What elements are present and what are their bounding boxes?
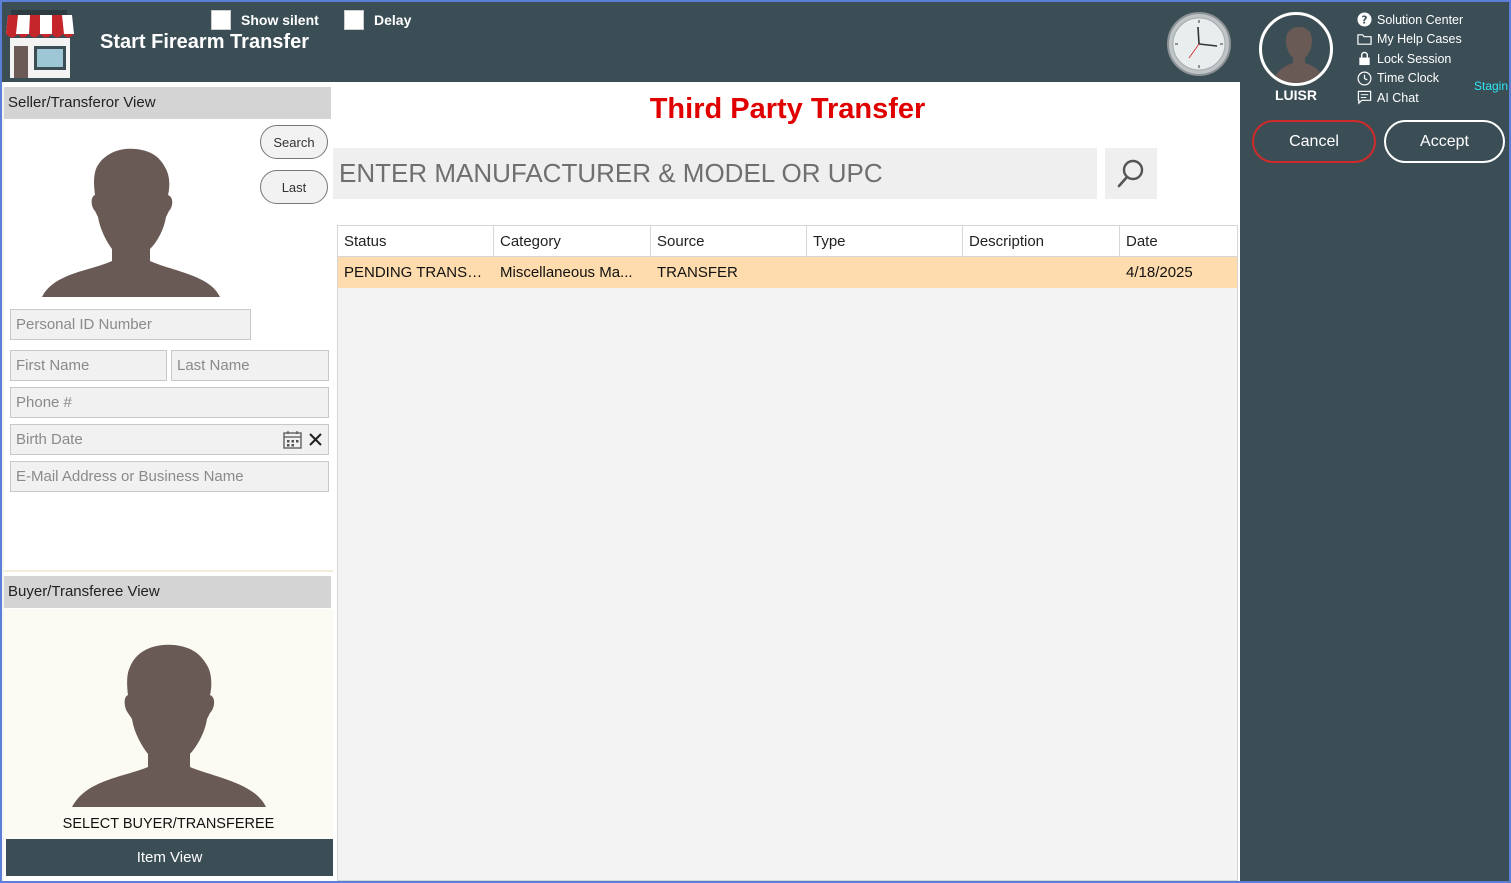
item-search-input[interactable]: ENTER MANUFACTURER & MODEL OR UPC [333,148,1097,199]
delay-label: Delay [374,12,412,28]
clock-icon [1357,71,1372,86]
seller-silhouette-icon [42,148,220,297]
help-menu: ? Solution Center My Help Cases Lock Ses… [1357,10,1463,108]
column-header-category[interactable]: Category [494,226,651,257]
app-window: Start Firearm Transfer Show silent Delay [0,0,1511,883]
column-header-description[interactable]: Description [963,226,1120,257]
svg-text:?: ? [1362,15,1368,27]
wall-clock-icon[interactable] [1167,12,1231,76]
cell-description [963,257,1120,288]
search-icon [1117,159,1144,187]
help-item-label: Solution Center [1377,12,1464,27]
app-title: Start Firearm Transfer [100,31,309,53]
store-icon[interactable] [6,10,74,78]
show-silent-label: Show silent [241,12,319,28]
help-item-label: Time Clock [1377,71,1440,86]
cell-status: PENDING TRANSFER [344,264,494,281]
help-item-ai-chat[interactable]: AI Chat [1357,88,1463,108]
first-name-field[interactable]: First Name [10,350,167,381]
seller-view-header: Seller/Transferor View [4,87,331,119]
calendar-icon[interactable] [283,430,302,449]
personal-id-field[interactable]: Personal ID Number [10,309,251,340]
last-name-field[interactable]: Last Name [171,350,329,381]
table-row[interactable]: PENDING TRANSFER Miscellaneous Ma... TRA… [338,257,1237,288]
birth-date-field[interactable]: Birth Date [10,424,329,455]
right-panel [1240,82,1509,881]
help-item-my-help-cases[interactable]: My Help Cases [1357,30,1463,50]
cell-date: 4/18/2025 [1126,264,1193,281]
column-header-type[interactable]: Type [807,226,963,257]
help-item-lock-session[interactable]: Lock Session [1357,49,1463,69]
delay-checkbox[interactable]: Delay [344,10,411,30]
help-item-label: Lock Session [1377,51,1452,66]
cell-type [807,257,963,288]
lock-icon [1359,52,1370,66]
transfer-grid[interactable]: Status Category Source Type Description … [337,225,1238,881]
grid-header: Status Category Source Type Description … [338,226,1237,257]
cancel-button[interactable]: Cancel [1252,120,1376,163]
section-divider [4,570,333,572]
cell-source: TRANSFER [657,264,738,281]
page-title: Third Party Transfer [649,93,926,125]
buyer-silhouette-icon[interactable] [70,643,268,809]
email-field[interactable]: E-Mail Address or Business Name [10,461,329,492]
seller-last-button[interactable]: Last [260,170,328,204]
help-item-label: AI Chat [1377,90,1419,105]
buyer-view-header: Buyer/Transferee View [4,576,331,608]
chat-icon [1357,91,1372,105]
accept-button[interactable]: Accept [1384,120,1505,163]
column-header-date[interactable]: Date [1120,226,1237,257]
show-silent-box[interactable] [211,10,231,30]
cell-category: Miscellaneous Ma... [500,264,633,281]
delay-box[interactable] [344,10,364,30]
birth-date-placeholder: Birth Date [16,431,83,448]
user-avatar[interactable] [1259,12,1333,86]
user-name: LUISR [1275,87,1317,103]
help-item-solution-center[interactable]: ? Solution Center [1357,10,1463,30]
clear-date-icon[interactable] [309,433,322,446]
phone-field[interactable]: Phone # [10,387,329,418]
show-silent-checkbox[interactable]: Show silent [211,10,319,30]
folder-icon [1357,33,1372,45]
item-search-button[interactable] [1105,148,1157,199]
item-view-button[interactable]: Item View [6,839,333,876]
help-item-time-clock[interactable]: Time Clock [1357,69,1463,89]
question-circle-icon: ? [1357,12,1372,27]
column-header-source[interactable]: Source [651,226,807,257]
column-header-status[interactable]: Status [338,226,494,257]
environment-label: Stagin [1474,79,1509,93]
help-item-label: My Help Cases [1377,32,1462,47]
select-buyer-label[interactable]: SELECT BUYER/TRANSFEREE [4,816,333,832]
seller-search-button[interactable]: Search [260,125,328,159]
